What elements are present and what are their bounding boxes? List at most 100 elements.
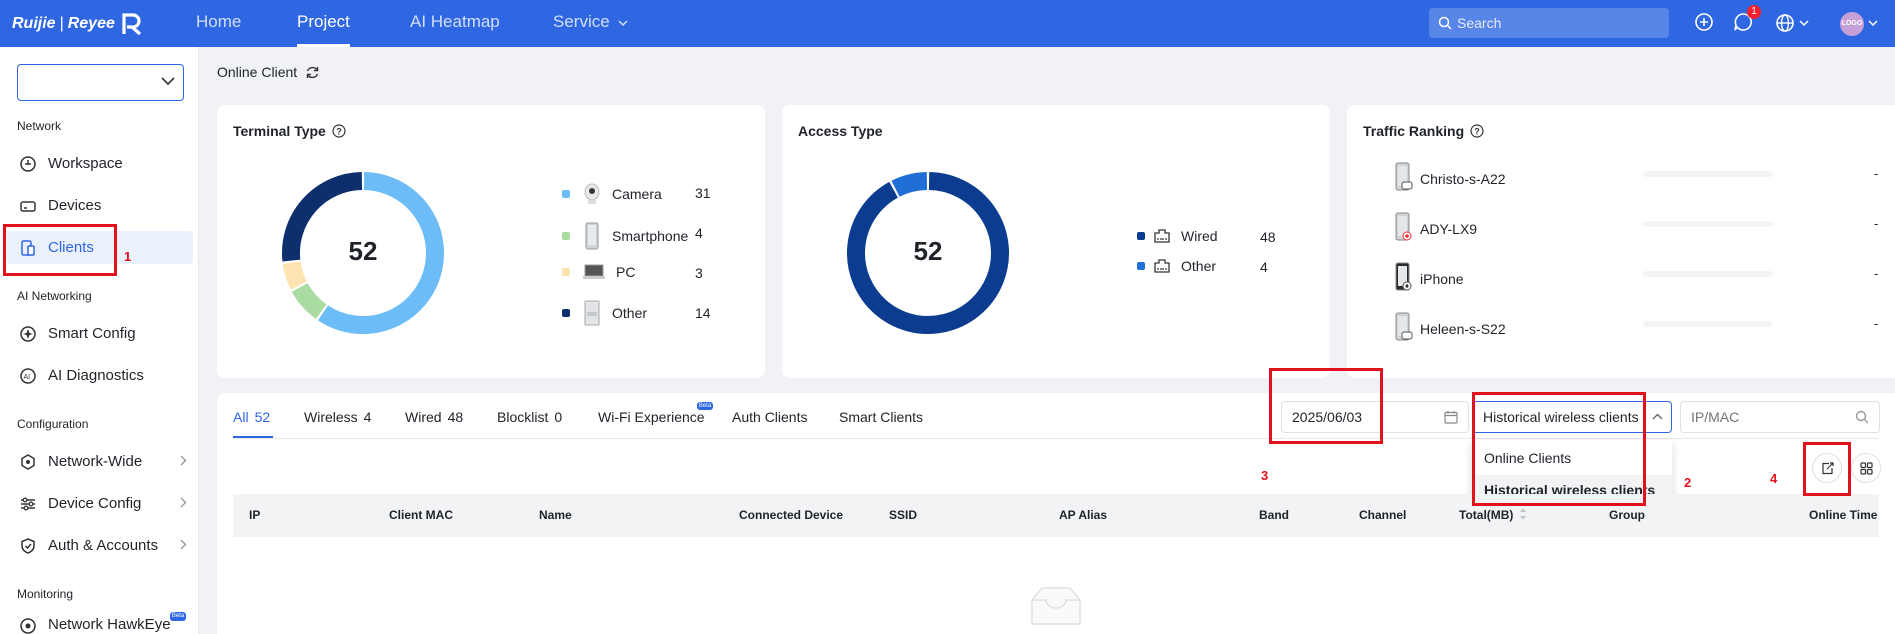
legend-label: PC	[616, 264, 636, 280]
page-title: Online Client	[217, 64, 320, 80]
column-header-client-mac[interactable]: Client MAC	[389, 508, 453, 522]
column-settings-button[interactable]	[1851, 453, 1881, 483]
ranking-row[interactable]: ADY-LX9	[1392, 212, 1477, 245]
tab-all[interactable]: All 52	[233, 409, 270, 425]
tab-blocklist[interactable]: Blocklist 0	[497, 409, 562, 425]
ranking-bar	[1643, 221, 1773, 227]
legend-count: 48	[1260, 229, 1276, 245]
sidebar-item-workspace[interactable]: Workspace	[7, 147, 193, 180]
phone-icon	[1392, 212, 1414, 245]
user-avatar[interactable]: LOGO	[1840, 12, 1864, 36]
project-select[interactable]	[17, 64, 184, 101]
calendar-icon	[1444, 411, 1458, 424]
ai-diagnostics-icon: AI	[17, 365, 39, 387]
tab-wired[interactable]: Wired 48	[405, 409, 463, 425]
tab-auth-clients[interactable]: Auth Clients	[732, 409, 807, 425]
chevron-down-icon	[161, 77, 175, 86]
legend-count: 14	[695, 305, 711, 321]
network-wide-icon	[17, 451, 39, 473]
annotation-box-clients	[3, 224, 117, 276]
legend-label: Camera	[612, 186, 662, 202]
wired-port-icon	[1153, 228, 1171, 244]
sidebar-item-ai-diagnostics[interactable]: AI AI Diagnostics	[7, 359, 193, 392]
terminal-type-title: Terminal Type	[233, 123, 326, 139]
ranking-value: -	[1874, 316, 1879, 331]
chevron-down-icon	[618, 20, 628, 27]
refresh-icon[interactable]	[305, 65, 320, 80]
sidebar-item-devices[interactable]: Devices	[7, 189, 193, 222]
sort-icon[interactable]	[1519, 507, 1527, 521]
column-header-channel[interactable]: Channel	[1359, 508, 1406, 522]
sidebar-item-network-hawkeye[interactable]: Network HawkEye	[7, 615, 193, 634]
tab-label: Blocklist	[497, 409, 549, 425]
card-title: Access Type	[798, 123, 883, 139]
tab-count: 0	[554, 409, 563, 425]
chevron-right-icon	[180, 455, 187, 466]
tab-wifi-experience[interactable]: Wi-Fi Experience	[598, 409, 705, 425]
annotation-label: 3	[1261, 468, 1269, 483]
ranking-row[interactable]: Heleen-s-S22	[1392, 312, 1506, 345]
tab-smart-clients[interactable]: Smart Clients	[839, 409, 923, 425]
tab-label: Smart Clients	[839, 409, 924, 425]
sidebar-group-configuration: Configuration	[17, 417, 89, 431]
column-header-ssid[interactable]: SSID	[889, 508, 917, 522]
brand-ruijie-text: Ruijie	[12, 15, 56, 32]
traffic-ranking-title: Traffic Ranking	[1363, 123, 1465, 139]
legend-color-swatch	[562, 190, 570, 198]
notification-badge: 1	[1747, 5, 1761, 19]
legend-label: Other	[1181, 258, 1217, 274]
legend-item-pc: PC	[562, 263, 635, 281]
camera-icon	[582, 183, 602, 205]
sidebar-item-label: Network HawkEye	[48, 616, 171, 633]
donut-segment-smartphone	[291, 282, 327, 319]
add-circle-icon[interactable]	[1694, 12, 1714, 32]
column-header-total-mb[interactable]: Total(MB)	[1459, 508, 1513, 522]
legend-color-swatch	[562, 309, 570, 317]
legend-count: 3	[695, 265, 703, 281]
language-selector[interactable]	[1775, 13, 1809, 33]
nav-ai-heatmap[interactable]: AI Heatmap	[410, 0, 500, 47]
sidebar-item-label: Smart Config	[48, 325, 136, 342]
ip-mac-search-input[interactable]	[1680, 401, 1880, 433]
brand-logo[interactable]: Ruijie | Reyee	[12, 11, 143, 37]
sidebar-item-label: Devices	[48, 197, 102, 214]
search-icon[interactable]	[1855, 410, 1869, 424]
annotation-box-export	[1803, 442, 1851, 496]
column-header-ip[interactable]: IP	[249, 508, 260, 522]
ranking-row[interactable]: Christo-s-A22	[1392, 162, 1506, 195]
sidebar-group-monitoring: Monitoring	[17, 587, 74, 601]
global-search-input[interactable]: Search	[1429, 8, 1669, 38]
sidebar-item-auth-accounts[interactable]: Auth & Accounts	[7, 529, 193, 562]
tab-wireless[interactable]: Wireless 4	[304, 409, 371, 425]
column-header-online-time[interactable]: Online Time	[1809, 508, 1877, 522]
search-icon	[1438, 16, 1452, 30]
nav-project[interactable]: Project	[297, 0, 350, 47]
laptop-icon	[582, 263, 606, 281]
column-header-group[interactable]: Group	[1609, 508, 1645, 522]
legend-count: 31	[695, 185, 711, 201]
nav-service[interactable]: Service	[553, 0, 628, 47]
help-icon[interactable]: ?	[1470, 124, 1484, 138]
shield-icon	[17, 535, 39, 557]
svg-text:?: ?	[1474, 127, 1480, 137]
column-header-ap-alias[interactable]: AP Alias	[1059, 508, 1107, 522]
nav-home[interactable]: Home	[196, 0, 241, 47]
legend-label: Wired	[1181, 228, 1218, 244]
sidebar-item-network-wide[interactable]: Network-Wide	[7, 445, 193, 478]
chevron-down-icon[interactable]	[1868, 20, 1878, 27]
legend-item-smartphone: Smartphone	[562, 222, 688, 250]
help-icon[interactable]: ?	[332, 124, 346, 138]
column-header-name[interactable]: Name	[539, 508, 572, 522]
ranking-value: -	[1874, 266, 1879, 281]
phone-icon	[1392, 312, 1414, 345]
sidebar-item-device-config[interactable]: Device Config	[7, 487, 193, 520]
legend-count: 4	[695, 225, 703, 241]
sidebar-item-smart-config[interactable]: Smart Config	[7, 317, 193, 350]
ranking-bar	[1643, 171, 1773, 177]
ranking-row[interactable]: iPhone	[1392, 262, 1464, 295]
tab-count: 52	[254, 409, 271, 425]
legend-color-swatch	[562, 268, 570, 276]
annotation-label: 1	[124, 249, 132, 264]
column-header-band[interactable]: Band	[1259, 508, 1289, 522]
column-header-connected-device[interactable]: Connected Device	[739, 508, 843, 522]
